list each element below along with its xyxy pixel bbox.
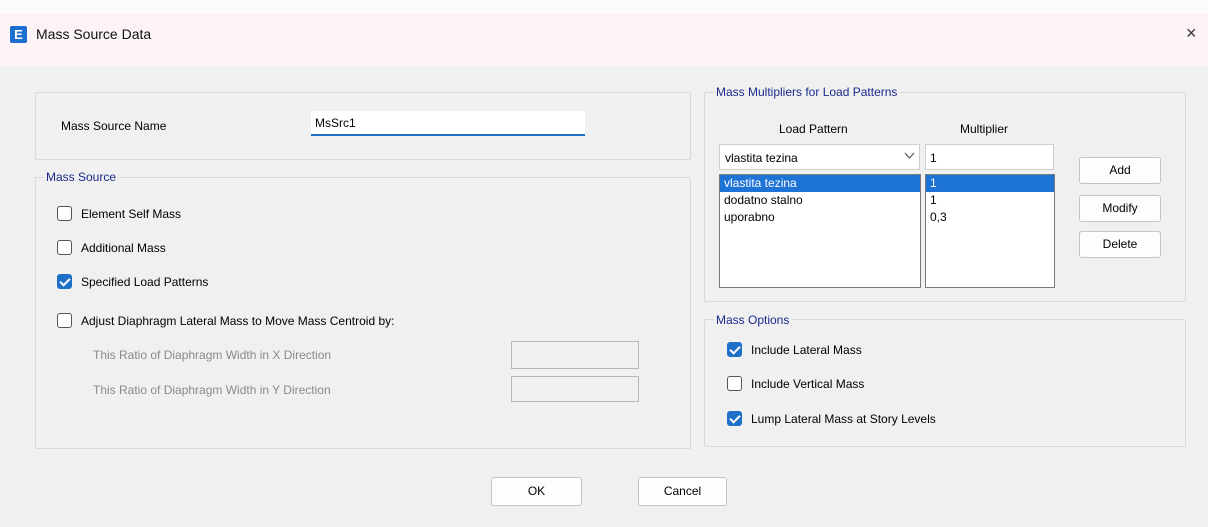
ratio-x-label: This Ratio of Diaphragm Width in X Direc… bbox=[93, 348, 332, 362]
include-lateral-mass-label: Include Lateral Mass bbox=[751, 343, 862, 357]
list-item[interactable]: vlastita tezina bbox=[720, 175, 920, 192]
mass-multipliers-legend: Mass Multipliers for Load Patterns bbox=[714, 85, 900, 99]
list-item[interactable]: 1 bbox=[926, 192, 1054, 209]
app-icon: E bbox=[10, 26, 27, 43]
mass-source-name-label: Mass Source Name bbox=[61, 119, 167, 133]
ok-button[interactable]: OK bbox=[491, 477, 582, 506]
include-vertical-mass-label: Include Vertical Mass bbox=[751, 377, 865, 391]
load-pattern-dropdown[interactable]: vlastita tezina bbox=[719, 144, 920, 170]
modify-button[interactable]: Modify bbox=[1079, 195, 1161, 222]
list-item[interactable]: uporabno bbox=[720, 209, 920, 226]
specified-load-patterns-checkbox[interactable] bbox=[57, 274, 72, 289]
additional-mass-checkbox[interactable] bbox=[57, 240, 72, 255]
list-item[interactable]: 1 bbox=[926, 175, 1054, 192]
include-lateral-mass-checkbox[interactable] bbox=[727, 342, 742, 357]
delete-button[interactable]: Delete bbox=[1079, 231, 1161, 258]
chevron-down-icon bbox=[904, 150, 915, 164]
ratio-y-input[interactable] bbox=[511, 376, 639, 402]
mass-source-name-input[interactable]: MsSrc1 bbox=[311, 111, 585, 136]
cancel-button[interactable]: Cancel bbox=[638, 477, 727, 506]
add-button[interactable]: Add bbox=[1079, 157, 1161, 184]
multiplier-value: 1 bbox=[930, 151, 937, 165]
adjust-diaphragm-label: Adjust Diaphragm Lateral Mass to Move Ma… bbox=[81, 314, 395, 328]
load-pattern-list[interactable]: vlastita tezina dodatno stalno uporabno bbox=[719, 174, 921, 288]
list-item[interactable]: dodatno stalno bbox=[720, 192, 920, 209]
lump-lateral-mass-checkbox[interactable] bbox=[727, 411, 742, 426]
background-strip bbox=[0, 0, 1208, 15]
adjust-diaphragm-checkbox[interactable] bbox=[57, 313, 72, 328]
element-self-mass-checkbox[interactable] bbox=[57, 206, 72, 221]
load-pattern-header: Load Pattern bbox=[779, 122, 848, 136]
element-self-mass-label: Element Self Mass bbox=[81, 207, 182, 221]
include-vertical-mass-checkbox[interactable] bbox=[727, 376, 742, 391]
ratio-y-label: This Ratio of Diaphragm Width in Y Direc… bbox=[93, 383, 331, 397]
mass-source-name-value: MsSrc1 bbox=[315, 116, 356, 130]
multiplier-input[interactable]: 1 bbox=[925, 144, 1054, 170]
mass-source-legend: Mass Source bbox=[44, 170, 119, 184]
multiplier-list[interactable]: 1 1 0,3 bbox=[925, 174, 1055, 288]
multiplier-header: Multiplier bbox=[960, 122, 1009, 136]
title-bar: E Mass Source Data × bbox=[0, 14, 1208, 66]
close-icon[interactable]: × bbox=[1186, 23, 1197, 44]
specified-load-patterns-label: Specified Load Patterns bbox=[81, 275, 209, 289]
mass-options-legend: Mass Options bbox=[714, 313, 792, 327]
ratio-x-input[interactable] bbox=[511, 341, 639, 369]
lump-lateral-mass-label: Lump Lateral Mass at Story Levels bbox=[751, 412, 936, 426]
load-pattern-selected: vlastita tezina bbox=[725, 151, 798, 165]
list-item[interactable]: 0,3 bbox=[926, 209, 1054, 226]
additional-mass-label: Additional Mass bbox=[81, 241, 166, 255]
window-title: Mass Source Data bbox=[36, 26, 152, 42]
